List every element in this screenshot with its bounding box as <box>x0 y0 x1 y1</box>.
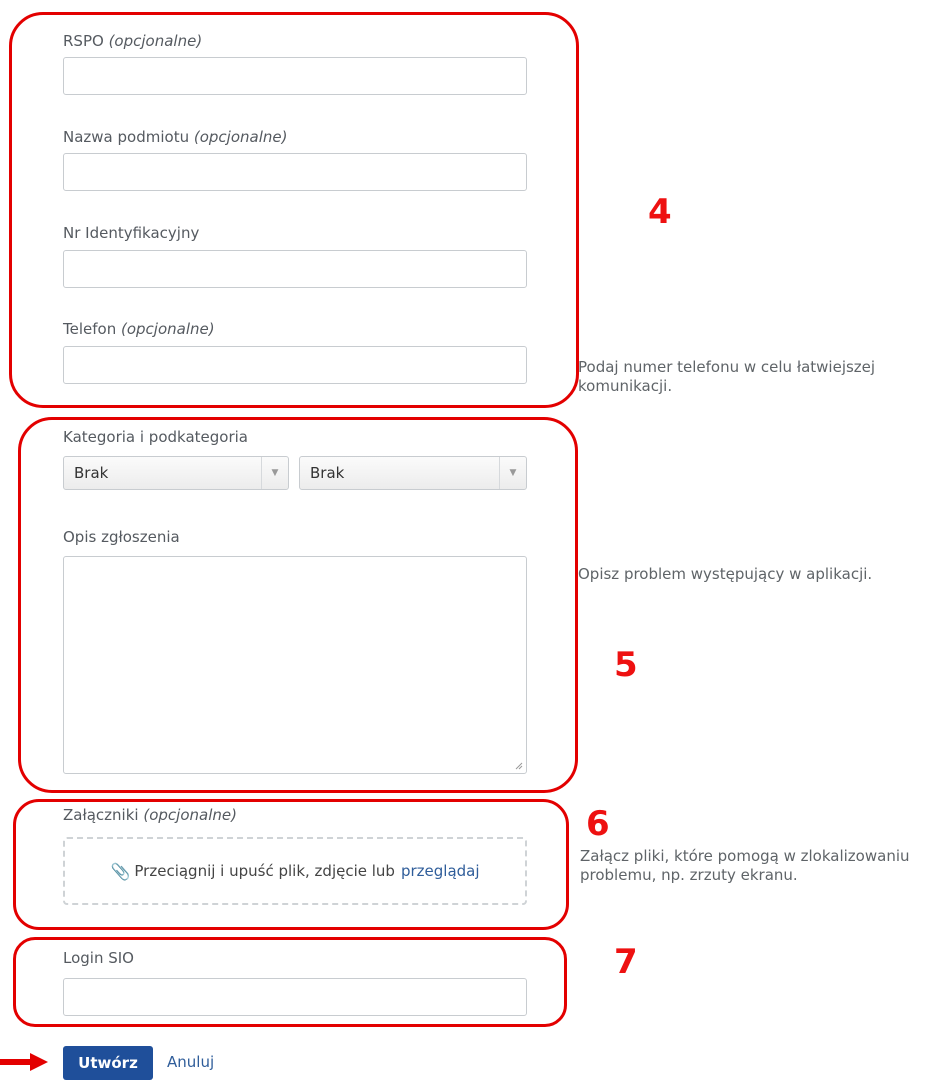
attachments-help: Załącz pliki, które pomogą w zlokalizowa… <box>580 847 910 884</box>
cancel-link[interactable]: Anuluj <box>167 1053 214 1071</box>
annotation-box-6 <box>13 799 569 930</box>
annotation-number-4: 4 <box>648 192 672 232</box>
annotation-box-5 <box>18 417 578 793</box>
annotation-number-6: 6 <box>586 804 610 844</box>
red-arrow-icon <box>0 1053 48 1071</box>
phone-help: Podaj numer telefonu w celu łatwiejszej … <box>578 358 876 395</box>
annotation-box-7 <box>13 937 567 1027</box>
annotation-number-5: 5 <box>614 645 638 685</box>
description-help: Opisz problem występujący w aplikacji. <box>578 565 873 583</box>
annotation-box-4 <box>9 12 579 408</box>
annotation-number-7: 7 <box>614 942 638 982</box>
